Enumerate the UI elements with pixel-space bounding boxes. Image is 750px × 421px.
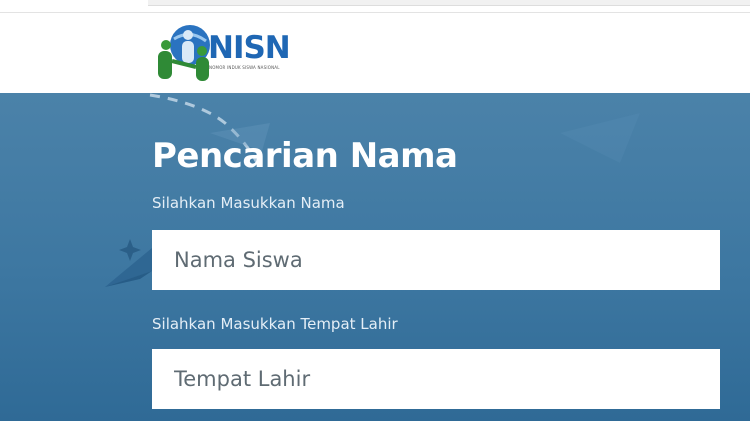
browser-tab-strip xyxy=(148,0,750,6)
birthplace-label: Silahkan Masukkan Tempat Lahir xyxy=(152,315,398,333)
sparkle-icon xyxy=(119,239,141,261)
logo-text: NISN xyxy=(208,30,291,66)
student-name-input[interactable] xyxy=(152,230,720,290)
browser-top-strip xyxy=(0,0,750,13)
nisn-logo-icon xyxy=(158,25,210,81)
name-label: Silahkan Masukkan Nama xyxy=(152,194,345,212)
page-title: Pencarian Nama xyxy=(152,136,458,176)
birthplace-input[interactable] xyxy=(152,349,720,409)
search-panel: Pencarian Nama Silahkan Masukkan Nama Si… xyxy=(0,93,750,421)
site-header: NISN NOMOR INDUK SISWA NASIONAL xyxy=(0,13,750,93)
logo-subtitle: NOMOR INDUK SISWA NASIONAL xyxy=(209,65,280,70)
nisn-logo[interactable]: NISN NOMOR INDUK SISWA NASIONAL xyxy=(152,21,302,85)
